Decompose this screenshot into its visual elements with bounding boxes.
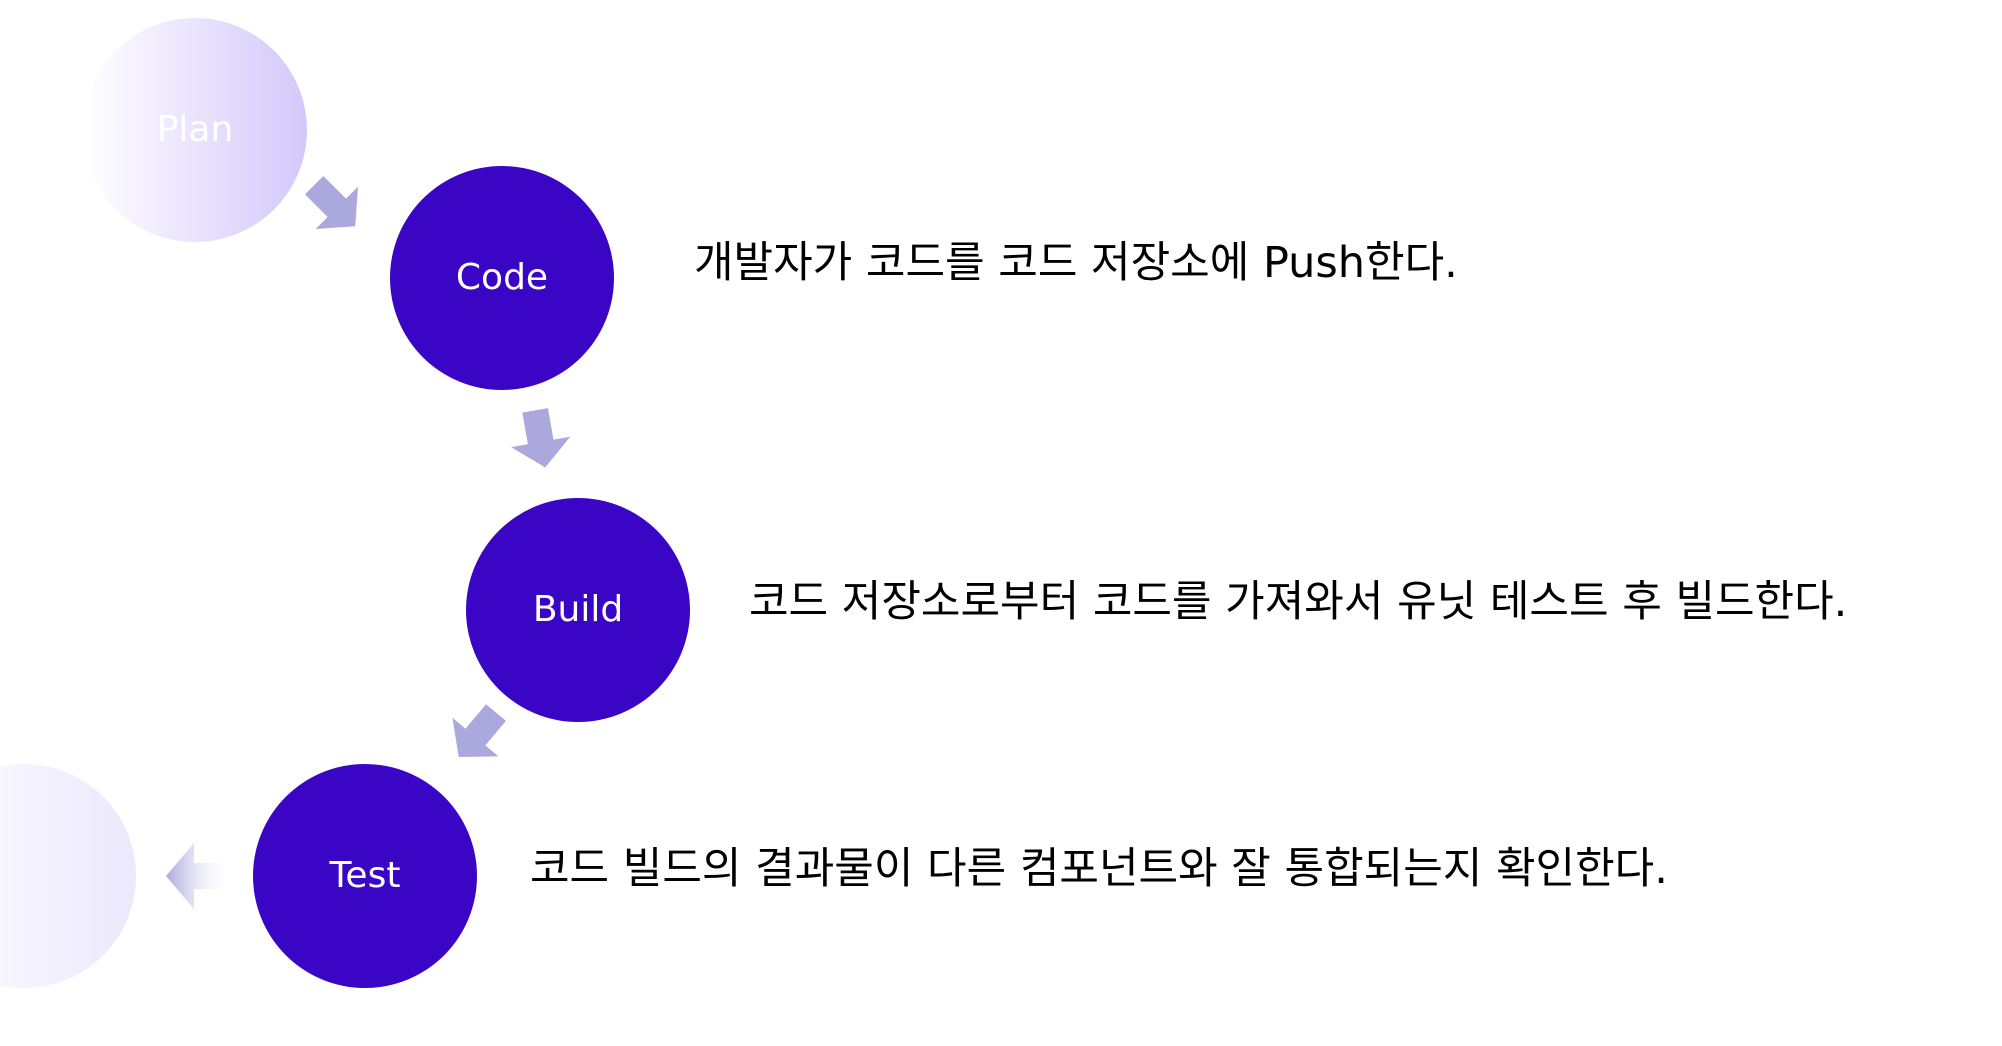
node-build: Build (466, 498, 690, 722)
code-description: 개발자가 코드를 코드 저장소에 Push한다. (694, 238, 1458, 288)
node-test: Test (253, 764, 477, 988)
node-build-label: Build (533, 589, 623, 630)
left-arrow-icon (166, 843, 226, 909)
node-code: Code (390, 166, 614, 390)
node-code-label: Code (456, 257, 548, 298)
arrow-icon (305, 176, 359, 230)
node-test-label: Test (329, 855, 401, 896)
arrow-icon (452, 704, 506, 757)
test-description: 코드 빌드의 결과물이 다른 컴포넌트와 잘 통합되는지 확인한다. (530, 844, 1668, 894)
node-next-faded (0, 764, 136, 988)
arrow-icon (511, 408, 571, 468)
node-plan: Plan (83, 18, 307, 242)
node-plan-label: Plan (157, 109, 234, 150)
build-description: 코드 저장소로부터 코드를 가져와서 유닛 테스트 후 빌드한다. (749, 577, 1848, 627)
